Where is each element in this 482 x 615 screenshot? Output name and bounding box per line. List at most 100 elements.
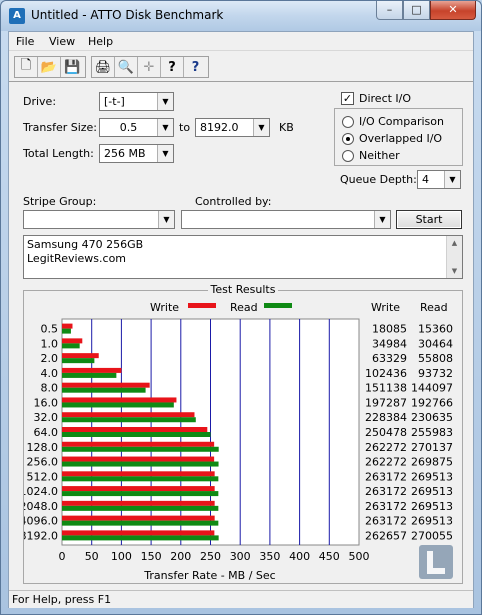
close-button[interactable]: ✕	[430, 1, 476, 20]
client-area: File View Help 🗋 📂 💾 🖨 🔍 ✛ ? ? Drive: [-…	[8, 31, 474, 608]
write-bar	[62, 530, 215, 536]
read-bar	[62, 520, 219, 526]
io-comparison-radio[interactable]	[342, 116, 354, 128]
x-tick-label: 450	[319, 550, 340, 563]
write-bar	[62, 441, 215, 447]
write-value: 197287	[365, 396, 407, 409]
start-button[interactable]: Start	[396, 210, 462, 229]
total-length-select[interactable]: 256 MB ▼	[99, 144, 174, 163]
maximize-button[interactable]: □	[403, 1, 430, 20]
controlled-by-select[interactable]: ▼	[181, 210, 391, 229]
direct-io-label[interactable]: Direct I/O	[359, 92, 411, 105]
description-scrollbar[interactable]: ▲ ▼	[446, 236, 462, 278]
chevron-down-icon[interactable]: ▼	[157, 93, 173, 110]
x-tick-label: 250	[200, 550, 221, 563]
write-value: 18085	[372, 323, 407, 336]
transfer-size-from-select[interactable]: 0.5 ▼	[99, 118, 174, 137]
write-value: 102436	[365, 367, 407, 380]
minimize-button[interactable]: –	[376, 1, 403, 20]
save-disk-icon[interactable]: 💾	[61, 57, 84, 77]
write-bar	[62, 456, 215, 462]
neither-label[interactable]: Neither	[359, 149, 400, 162]
y-tick-label: 2.0	[41, 352, 59, 365]
stripe-group-select[interactable]: ▼	[23, 210, 175, 229]
chevron-down-icon[interactable]: ▼	[157, 145, 173, 162]
y-tick-label: 4.0	[41, 367, 59, 380]
scroll-up-icon[interactable]: ▲	[447, 236, 462, 250]
write-value: 263172	[365, 515, 407, 528]
x-tick-labels: 0 50 100 150 200 250 300 350 400 450 500	[59, 550, 370, 563]
write-value: 262272	[365, 441, 407, 454]
y-tick-label: 2048.0	[24, 500, 58, 513]
context-help-icon[interactable]: ?	[184, 57, 207, 77]
title-bar[interactable]: A Untitled - ATTO Disk Benchmark – □ ✕	[1, 1, 481, 31]
read-value: 269513	[411, 500, 453, 513]
write-bar	[62, 338, 83, 344]
overlapped-io-label[interactable]: Overlapped I/O	[359, 132, 442, 145]
write-value: 262657	[365, 529, 407, 542]
total-length-value: 256 MB	[104, 147, 146, 160]
x-tick-label: 0	[59, 550, 66, 563]
read-value: 230635	[411, 411, 453, 424]
read-value: 269513	[411, 470, 453, 483]
drive-select[interactable]: [-t-] ▼	[99, 92, 174, 111]
print-icon[interactable]: 🖨	[92, 57, 115, 77]
write-bar	[62, 471, 215, 477]
print-preview-icon[interactable]: 🔍	[115, 57, 138, 77]
help-icon[interactable]: ?	[161, 57, 184, 77]
read-bar	[62, 491, 219, 497]
chevron-down-icon[interactable]: ▼	[253, 119, 269, 136]
y-tick-label: 1024.0	[24, 485, 58, 498]
transfer-to-label: to	[179, 121, 191, 134]
chevron-down-icon[interactable]: ▼	[444, 171, 460, 188]
write-bar	[62, 515, 215, 521]
menu-view[interactable]: View	[49, 35, 75, 48]
x-tick-label: 200	[170, 550, 191, 563]
transfer-size-label: Transfer Size:	[23, 121, 98, 134]
x-tick-label: 100	[111, 550, 132, 563]
queue-depth-select[interactable]: 4 ▼	[417, 170, 461, 189]
read-value: 269875	[411, 456, 453, 469]
read-value: 255983	[411, 426, 453, 439]
y-tick-labels: 0.51.0 2.0 4.0 8.016.0 32.0 64.0 128.0 256.0512…	[24, 323, 58, 543]
x-tick-label: 150	[141, 550, 162, 563]
legend-read-label: Read	[230, 301, 258, 314]
read-bar	[62, 505, 219, 511]
open-folder-icon[interactable]: 📂	[38, 57, 61, 77]
transfer-unit-label: KB	[279, 121, 294, 134]
read-bar	[62, 372, 117, 378]
read-bar	[62, 343, 80, 349]
transfer-size-from-value: 0.5	[119, 121, 138, 134]
x-tick-label: 300	[230, 550, 251, 563]
scroll-down-icon[interactable]: ▼	[447, 264, 462, 278]
io-comparison-label[interactable]: I/O Comparison	[359, 115, 444, 128]
description-box[interactable]: Samsung 470 256GB LegitReviews.com ▲ ▼	[23, 235, 463, 279]
write-bar	[62, 486, 215, 492]
y-tick-label: 8.0	[41, 382, 59, 395]
y-tick-label: 128.0	[27, 441, 59, 454]
move-cross-icon[interactable]: ✛	[138, 57, 161, 77]
chevron-down-icon[interactable]: ▼	[157, 119, 173, 136]
write-bar	[62, 427, 208, 432]
menu-help[interactable]: Help	[88, 35, 113, 48]
controlled-by-label: Controlled by:	[195, 195, 272, 208]
window-title: Untitled - ATTO Disk Benchmark	[31, 8, 224, 22]
read-value: 270137	[411, 441, 453, 454]
legend-write-swatch	[188, 303, 216, 308]
read-bar	[62, 432, 211, 437]
read-value: 15360	[418, 323, 453, 336]
new-document-icon[interactable]: 🗋	[15, 57, 38, 77]
chevron-down-icon[interactable]: ▼	[158, 211, 174, 228]
read-value: 30464	[418, 337, 453, 350]
read-value: 93732	[418, 367, 453, 380]
legit-reviews-logo-icon	[419, 545, 453, 579]
chevron-down-icon[interactable]: ▼	[374, 211, 390, 228]
transfer-size-to-select[interactable]: 8192.0 ▼	[195, 118, 270, 137]
drive-label: Drive:	[23, 95, 57, 108]
menu-file[interactable]: File	[16, 35, 34, 48]
value-columns: 18085 15360 34984 30464 63329 55808 102436 9373…	[365, 323, 453, 543]
direct-io-checkbox[interactable]: ✓	[341, 92, 354, 105]
neither-radio[interactable]	[342, 150, 354, 162]
caption-buttons: – □ ✕	[376, 1, 476, 20]
overlapped-io-radio[interactable]	[342, 133, 354, 145]
